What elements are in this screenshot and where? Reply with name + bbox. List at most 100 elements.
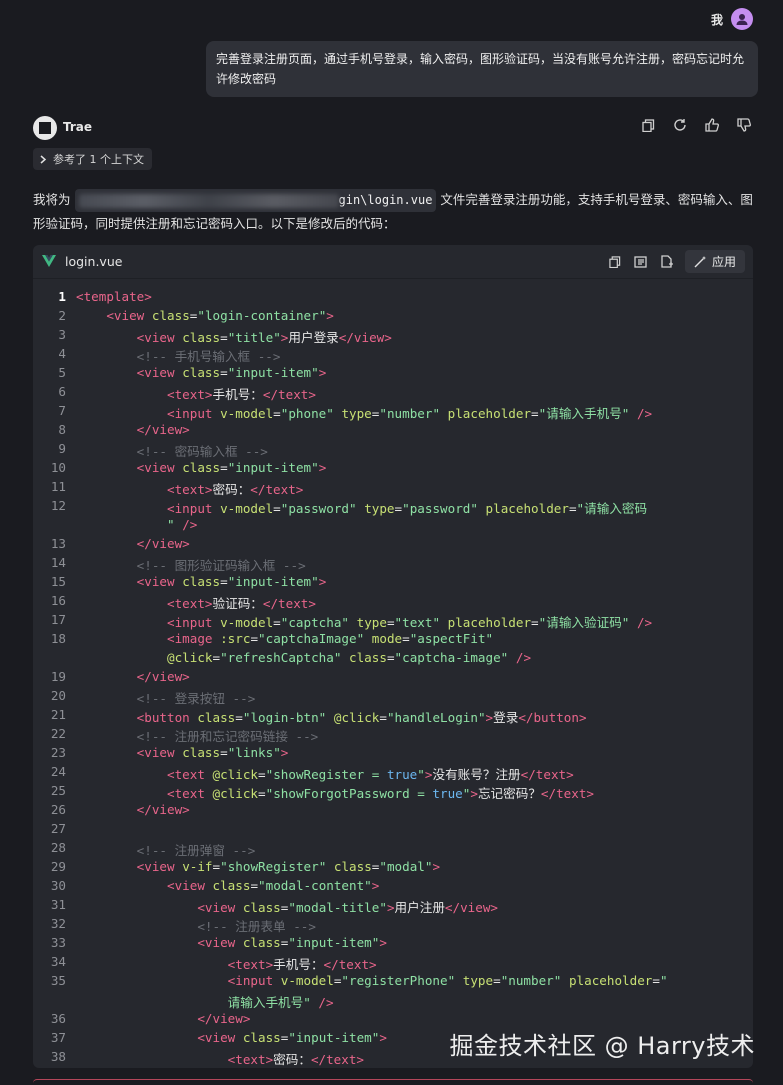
code-line: " /> — [167, 517, 198, 532]
redacted-path — [78, 193, 339, 208]
line-number: 34 — [50, 954, 66, 969]
code-line: <button class="login-btn" @click="handle… — [136, 710, 587, 725]
code-line: <view class="input-item"> — [136, 460, 327, 475]
code-line: 请输入手机号" /> — [227, 995, 334, 1010]
code-line: <view class="login-container"> — [106, 308, 334, 323]
code-line: </view> — [136, 536, 190, 551]
line-number: 28 — [50, 840, 66, 855]
line-number: 14 — [50, 555, 66, 570]
line-number: 20 — [50, 688, 66, 703]
line-number: 13 — [50, 536, 66, 551]
line-number: 17 — [50, 612, 66, 627]
code-line: <!-- 图形验证码输入框 --> — [136, 558, 306, 573]
line-number: 15 — [50, 574, 66, 589]
code-line: <text @click="showForgotPassword = true"… — [167, 786, 594, 801]
line-number: 32 — [50, 916, 66, 931]
code-line: <!-- 注册表单 --> — [197, 919, 316, 934]
watermark: 掘金技术社区 @ Harry技术 — [449, 1032, 755, 1060]
code-line: <input v-model="registerPhone" type="num… — [227, 973, 668, 988]
line-number: 9 — [58, 441, 66, 456]
line-number: 25 — [50, 783, 66, 798]
line-number: 11 — [50, 479, 66, 494]
copy-icon[interactable] — [639, 116, 657, 134]
code-line: <input v-model="password" type="password… — [167, 501, 648, 516]
file-reference-name: gin\login.vue — [338, 193, 433, 207]
line-number: 33 — [50, 935, 66, 950]
code-line: <view class="modal-title">用户注册</view> — [197, 900, 498, 915]
agent-name: Trae — [63, 120, 93, 134]
copy-icon[interactable] — [607, 254, 623, 270]
user-avatar[interactable] — [731, 8, 753, 30]
apply-button[interactable]: 应用 — [684, 250, 745, 273]
code-line: </view> — [136, 802, 190, 817]
new-file-icon[interactable] — [659, 254, 675, 270]
code-line: </view> — [136, 669, 190, 684]
code-line: <text>手机号：</text> — [227, 957, 377, 972]
code-line: <template> — [76, 289, 152, 304]
line-number: 21 — [50, 707, 66, 722]
insert-icon[interactable] — [633, 254, 649, 270]
code-line: <!-- 注册和忘记密码链接 --> — [136, 729, 319, 744]
thumbs-up-icon[interactable] — [703, 116, 721, 134]
line-number: 35 — [50, 973, 66, 988]
context-chip-label: 参考了 1 个上下文 — [53, 153, 144, 166]
code-line: <view class="links"> — [136, 745, 289, 760]
code-line: <view v-if="showRegister" class="modal"> — [136, 859, 441, 874]
line-number: 18 — [50, 631, 66, 646]
code-line: <text>密码：</text> — [227, 1052, 365, 1067]
message-actions — [639, 116, 753, 134]
magic-wand-icon — [694, 256, 706, 268]
person-icon — [736, 14, 748, 25]
code-line: <!-- 注册弹窗 --> — [136, 843, 256, 858]
code-block-header: login.vue 应用 — [33, 245, 753, 279]
code-line: </view> — [197, 1011, 251, 1026]
regenerate-icon[interactable] — [671, 116, 689, 134]
line-number: 12 — [50, 498, 66, 513]
line-number: 23 — [50, 745, 66, 760]
code-line: <!-- 登录按钮 --> — [136, 691, 256, 706]
line-number: 26 — [50, 802, 66, 817]
apply-label: 应用 — [711, 255, 736, 269]
context-reference-chip[interactable]: 参考了 1 个上下文 — [33, 148, 152, 170]
agent-reply-text: 我将为 gin\login.vue 文件完善登录注册功能，支持手机号登录、密码输… — [33, 188, 753, 235]
code-line: <view class="title">用户登录</view> — [136, 330, 392, 345]
line-number: 27 — [50, 821, 66, 836]
code-line: </view> — [136, 422, 190, 437]
code-line: <view class="input-item"> — [136, 574, 327, 589]
line-number: 24 — [50, 764, 66, 779]
code-toolbar: 应用 — [607, 250, 745, 273]
line-number: 2 — [58, 308, 66, 323]
code-line: @click="refreshCaptcha" class="captcha-i… — [167, 650, 532, 665]
line-number: 37 — [50, 1030, 66, 1045]
line-number: 30 — [50, 878, 66, 893]
line-number: 31 — [50, 897, 66, 912]
trae-logo-icon — [33, 116, 57, 140]
code-line: <view class="input-item"> — [136, 365, 327, 380]
user-header: 我 — [711, 8, 753, 30]
line-number: 36 — [50, 1011, 66, 1026]
vue-icon — [42, 255, 56, 267]
code-filename: login.vue — [65, 254, 123, 269]
code-line: <view class="modal-content"> — [167, 878, 380, 893]
line-number: 4 — [58, 346, 66, 361]
thumbs-down-icon[interactable] — [735, 116, 753, 134]
code-line: <text>密码：</text> — [167, 482, 304, 497]
code-line: <!-- 密码输入框 --> — [136, 444, 268, 459]
line-number: 38 — [50, 1049, 66, 1064]
user-message: 完善登录注册页面，通过手机号登录，输入密码，图形验证码，当没有账号允许注册，密码… — [206, 41, 758, 97]
agent-header: Trae — [33, 116, 753, 140]
file-reference[interactable]: gin\login.vue — [74, 189, 437, 212]
user-name: 我 — [710, 12, 723, 27]
line-number: 19 — [50, 669, 66, 684]
line-number: 3 — [58, 327, 66, 342]
line-number: 6 — [58, 384, 66, 399]
code-line: <view class="input-item"> — [197, 935, 387, 950]
line-number: 22 — [50, 726, 66, 741]
code-line: <text>验证码：</text> — [167, 596, 316, 611]
code-line: <text @click="showRegister = true">没有账号？… — [167, 767, 574, 782]
line-number: 10 — [50, 460, 66, 475]
code-line: <image :src="captchaImage" mode="aspectF… — [167, 631, 494, 646]
line-number: 16 — [50, 593, 66, 608]
line-number: 29 — [50, 859, 66, 874]
reply-prefix: 我将为 — [33, 192, 71, 207]
